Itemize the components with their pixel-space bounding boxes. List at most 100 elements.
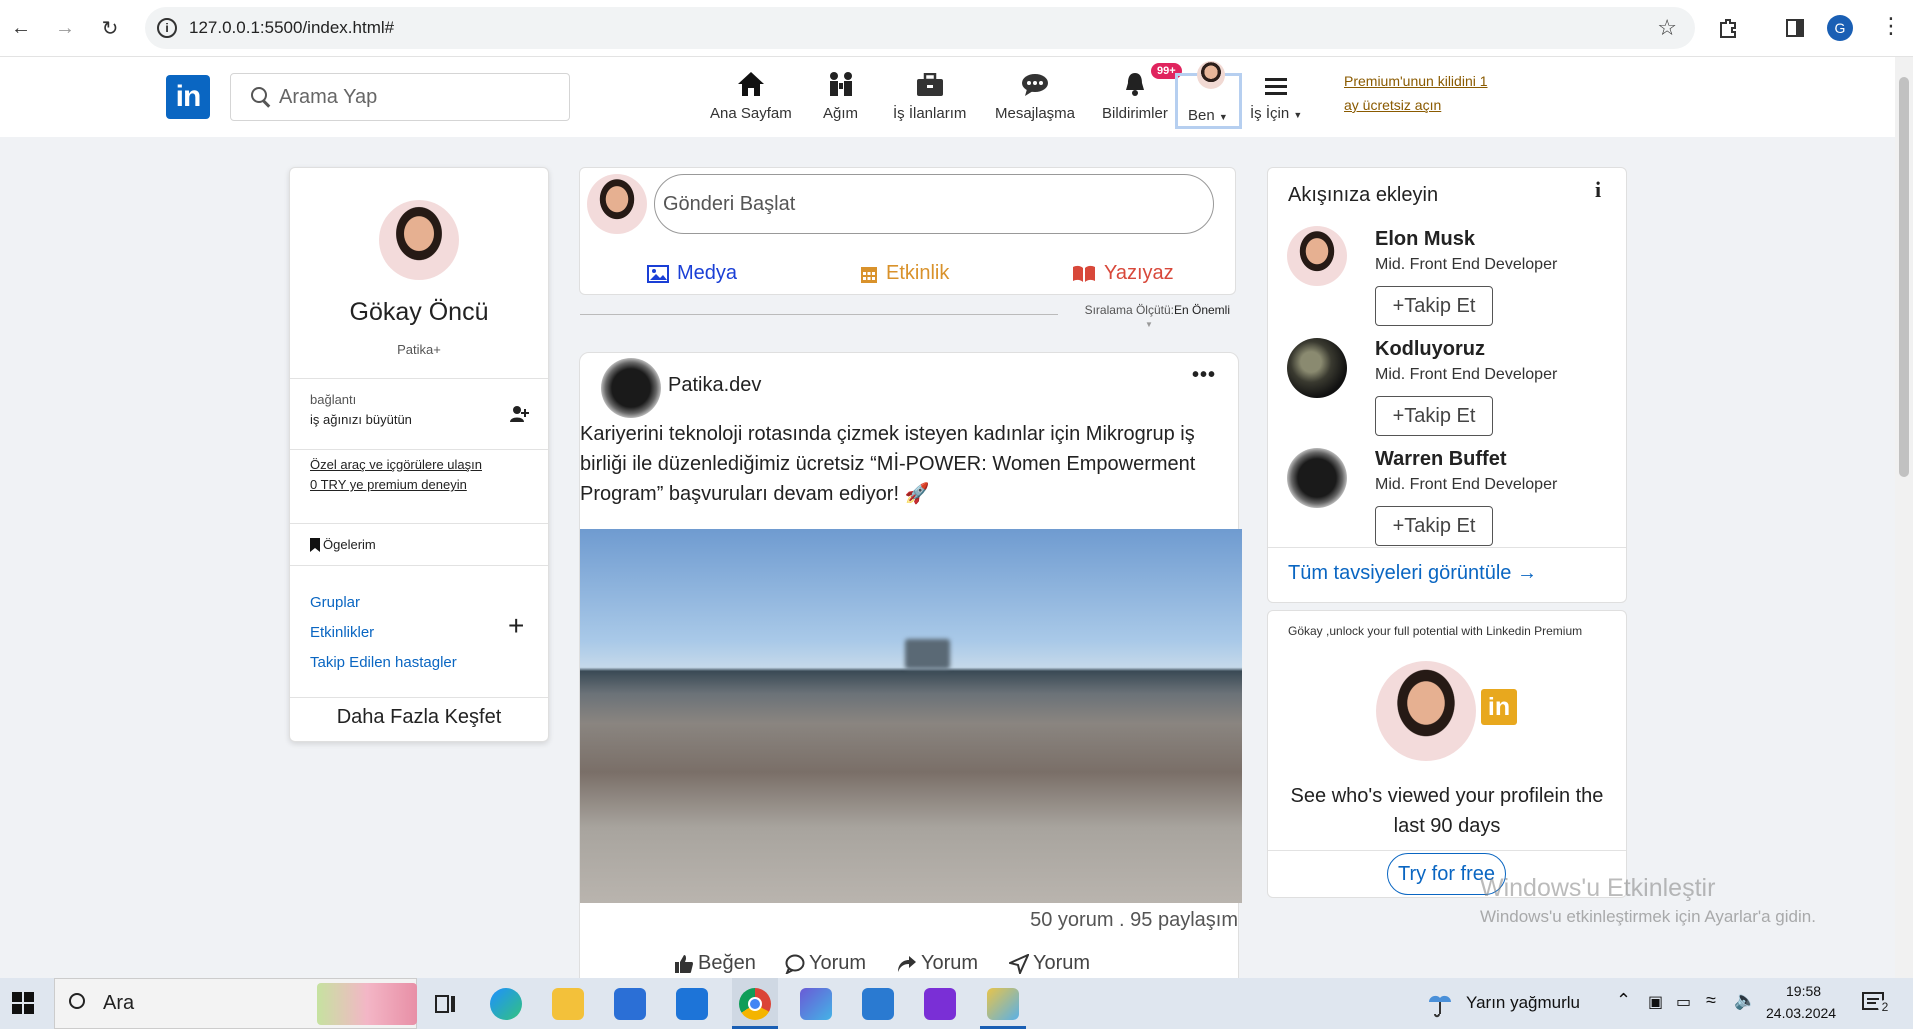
- follow-name[interactable]: Elon Musk: [1375, 228, 1475, 251]
- follow-button[interactable]: +Takip Et: [1375, 396, 1493, 436]
- meet-icon[interactable]: ▣: [1648, 992, 1663, 1012]
- avatar[interactable]: [1197, 61, 1225, 89]
- store-icon[interactable]: [614, 988, 646, 1020]
- follow-name[interactable]: Kodluyoruz: [1375, 338, 1485, 361]
- premium-offer-line2[interactable]: 0 TRY ye premium deneyin: [310, 475, 482, 495]
- task-view-icon[interactable]: [430, 988, 462, 1020]
- battery-icon[interactable]: ▭: [1676, 992, 1691, 1012]
- post-author-name[interactable]: Patika.dev: [668, 374, 761, 397]
- my-items-link[interactable]: Ögelerim: [310, 537, 376, 552]
- nav-business[interactable]: İş İçin ▼: [1250, 65, 1302, 122]
- clock-time[interactable]: 19:58: [1786, 983, 1821, 999]
- file-explorer-icon[interactable]: [552, 988, 584, 1020]
- article-button[interactable]: Yazıyaz: [1072, 262, 1174, 285]
- windows-start-icon[interactable]: [12, 992, 34, 1019]
- site-info-icon[interactable]: i: [157, 18, 177, 38]
- taskbar-search[interactable]: Ara: [54, 978, 417, 1029]
- premium-offer-line1[interactable]: Özel araç ve içgörülere ulaşın: [310, 455, 482, 475]
- post-image[interactable]: [580, 529, 1242, 903]
- vscode-icon[interactable]: [862, 988, 894, 1020]
- discover-more-button[interactable]: Daha Fazla Keşfet: [290, 706, 548, 729]
- nav-home[interactable]: Ana Sayfam: [710, 65, 792, 122]
- nav-jobs[interactable]: İş İlanlarım: [893, 65, 966, 122]
- clock-date[interactable]: 24.03.2024: [1766, 1005, 1836, 1021]
- bookmark-icon: [310, 537, 320, 552]
- activation-watermark-title: Windows'u Etkinleştir: [1480, 874, 1716, 902]
- nav-me[interactable]: Ben ▼: [1188, 107, 1228, 124]
- add-person-icon[interactable]: [509, 405, 529, 428]
- wifi-icon[interactable]: ≈: [1706, 990, 1716, 1011]
- premium-desc-line1: See who's viewed your profilein the: [1290, 785, 1604, 807]
- search-input[interactable]: [279, 84, 549, 110]
- nav-messaging[interactable]: Mesajlaşma: [995, 65, 1075, 122]
- url-text[interactable]: 127.0.0.1:5500/index.html#: [189, 18, 394, 38]
- comment-button[interactable]: Yorum: [785, 952, 866, 975]
- page-scrollbar[interactable]: [1895, 57, 1913, 978]
- browser-toolbar: ← → ↻ i 127.0.0.1:5500/index.html# ☆ G ⋮: [0, 0, 1913, 57]
- side-panel-icon[interactable]: [1780, 13, 1810, 43]
- send-button[interactable]: Yorum: [1009, 952, 1090, 975]
- network-icon: [823, 65, 858, 97]
- back-arrow-icon[interactable]: ←: [6, 13, 36, 43]
- post-author-avatar[interactable]: [601, 358, 661, 418]
- premium-offer[interactable]: Özel araç ve içgörülere ulaşın 0 TRY ye …: [310, 455, 482, 495]
- follow-title: Akışınıza ekleyin: [1288, 184, 1439, 206]
- more-options-icon[interactable]: •••: [1192, 364, 1216, 387]
- browser-profile-avatar[interactable]: G: [1827, 15, 1853, 41]
- groups-link[interactable]: Gruplar: [310, 594, 360, 611]
- premium-trial-link[interactable]: Premium'unun kilidini 1 ay ücretsiz açın: [1344, 69, 1514, 117]
- follow-avatar[interactable]: [1287, 226, 1347, 286]
- edge-icon[interactable]: [490, 988, 522, 1020]
- scrollbar-thumb[interactable]: [1899, 77, 1909, 477]
- chrome-taskbar-slot[interactable]: [732, 978, 778, 1029]
- bookmark-star-icon[interactable]: ☆: [1657, 15, 1677, 41]
- linkedin-logo[interactable]: in: [166, 75, 210, 119]
- add-icon[interactable]: +: [508, 610, 524, 642]
- paint-taskbar-slot[interactable]: [980, 978, 1026, 1029]
- weather-icon[interactable]: [1426, 990, 1454, 1023]
- chrome-icon: [739, 988, 771, 1020]
- linkedin-icon: in: [1481, 689, 1517, 725]
- weather-text[interactable]: Yarın yağmurlu: [1466, 993, 1580, 1013]
- share-button[interactable]: Yorum: [897, 952, 978, 975]
- forward-arrow-icon[interactable]: →: [50, 13, 80, 43]
- comment-label: Yorum: [809, 952, 867, 974]
- start-post-input[interactable]: Gönderi Başlat: [654, 174, 1214, 234]
- event-button[interactable]: Etkinlik: [860, 262, 949, 285]
- profile-name[interactable]: Gökay Öncü: [290, 298, 548, 327]
- events-link[interactable]: Etkinlikler: [310, 624, 374, 641]
- media-button[interactable]: Medya: [647, 262, 737, 285]
- home-icon: [710, 65, 792, 97]
- search-box[interactable]: [230, 73, 570, 121]
- app-icon[interactable]: [800, 988, 832, 1020]
- follow-button[interactable]: +Takip Et: [1375, 286, 1493, 326]
- chevron-up-icon[interactable]: ⌃: [1616, 990, 1631, 1011]
- view-all-recommendations-link[interactable]: Tüm tavsiyeleri görüntüle →: [1288, 562, 1537, 585]
- info-icon[interactable]: i: [1595, 177, 1601, 203]
- nav-network[interactable]: Ağım: [823, 65, 858, 122]
- bootstrap-icon[interactable]: [924, 988, 956, 1020]
- follow-avatar[interactable]: [1287, 448, 1347, 508]
- reload-icon[interactable]: ↻: [95, 13, 125, 43]
- follow-button[interactable]: +Takip Et: [1375, 506, 1493, 546]
- premium-link-line2[interactable]: ay ücretsiz açın: [1344, 93, 1514, 117]
- hashtags-link[interactable]: Takip Edilen hastagler: [310, 654, 457, 671]
- grow-network-link[interactable]: iş ağınızı büyütün: [310, 412, 412, 427]
- follow-name[interactable]: Warren Buffet: [1375, 448, 1506, 471]
- divider: [1268, 547, 1626, 548]
- premium-link-line1[interactable]: Premium'unun kilidini 1: [1344, 69, 1514, 93]
- volume-icon[interactable]: 🔈: [1734, 990, 1756, 1011]
- caret-down-icon: ▼: [1293, 110, 1303, 120]
- extensions-icon[interactable]: [1713, 13, 1743, 43]
- thumbs-up-icon: [675, 954, 693, 973]
- post-stats[interactable]: 50 yorum . 95 paylaşım: [1030, 909, 1238, 932]
- mail-icon[interactable]: [676, 988, 708, 1020]
- notification-center-icon[interactable]: 2: [1862, 992, 1892, 1019]
- post-text: Kariyerini teknoloji rotasında çizmek is…: [580, 423, 1196, 505]
- address-bar[interactable]: i 127.0.0.1:5500/index.html# ☆: [145, 7, 1695, 49]
- profile-photo[interactable]: [379, 200, 459, 280]
- like-button[interactable]: Beğen: [674, 952, 756, 975]
- browser-menu-icon[interactable]: ⋮: [1880, 13, 1902, 39]
- follow-avatar[interactable]: [1287, 338, 1347, 398]
- sort-value[interactable]: En Önemli: [1174, 303, 1230, 317]
